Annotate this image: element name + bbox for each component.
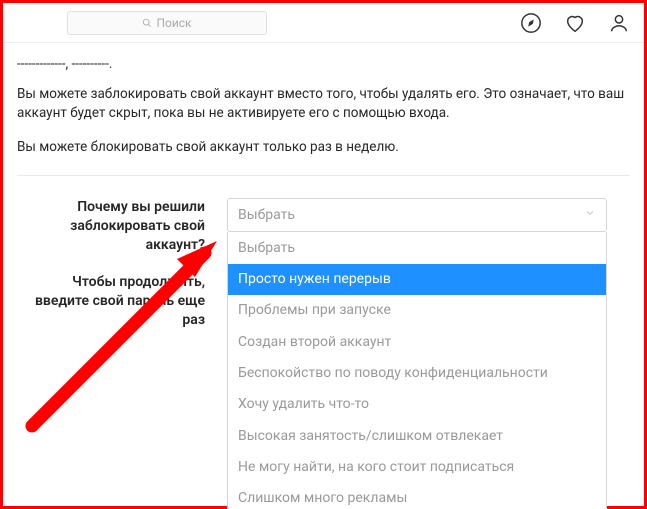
truncated-line: -------------, ----------. bbox=[17, 55, 630, 75]
search-placeholder: Поиск bbox=[156, 16, 191, 30]
reason-dropdown: ВыбратьПросто нужен перерывПроблемы при … bbox=[227, 232, 607, 509]
reason-option[interactable]: Проблемы при запуске bbox=[228, 295, 606, 326]
reason-option[interactable]: Просто нужен перерыв bbox=[228, 264, 606, 295]
search-input[interactable]: Поиск bbox=[67, 11, 267, 35]
search-icon bbox=[142, 18, 152, 28]
explore-icon[interactable] bbox=[520, 12, 542, 34]
select-placeholder: Выбрать bbox=[238, 205, 295, 225]
info-paragraph-2: Вы можете блокировать свой аккаунт тольк… bbox=[17, 138, 630, 158]
reason-option[interactable]: Слишком много рекламы bbox=[228, 483, 606, 509]
reason-option[interactable]: Создан второй аккаунт bbox=[228, 326, 606, 357]
reason-select[interactable]: Выбрать bbox=[227, 198, 607, 232]
reason-option[interactable]: Беспокойство по поводу конфиденциальност… bbox=[228, 357, 606, 388]
reason-option[interactable]: Хочу удалить что-то bbox=[228, 389, 606, 420]
reason-option[interactable]: Высокая занятость/слишком отвлекает bbox=[228, 420, 606, 451]
profile-icon[interactable] bbox=[608, 12, 630, 34]
info-paragraph-1: Вы можете заблокировать свой аккаунт вме… bbox=[17, 85, 630, 124]
reason-option[interactable]: Не могу найти, на кого стоит подписаться bbox=[228, 451, 606, 482]
top-bar: Поиск bbox=[3, 3, 644, 43]
divider bbox=[17, 175, 630, 176]
heart-icon[interactable] bbox=[564, 12, 586, 34]
chevron-down-icon bbox=[584, 205, 596, 225]
why-label: Почему вы решили заблокировать свой акка… bbox=[17, 198, 205, 255]
reason-option[interactable]: Выбрать bbox=[228, 232, 606, 263]
password-label: Чтобы продолжить, введите свой пароль ещ… bbox=[17, 273, 205, 330]
